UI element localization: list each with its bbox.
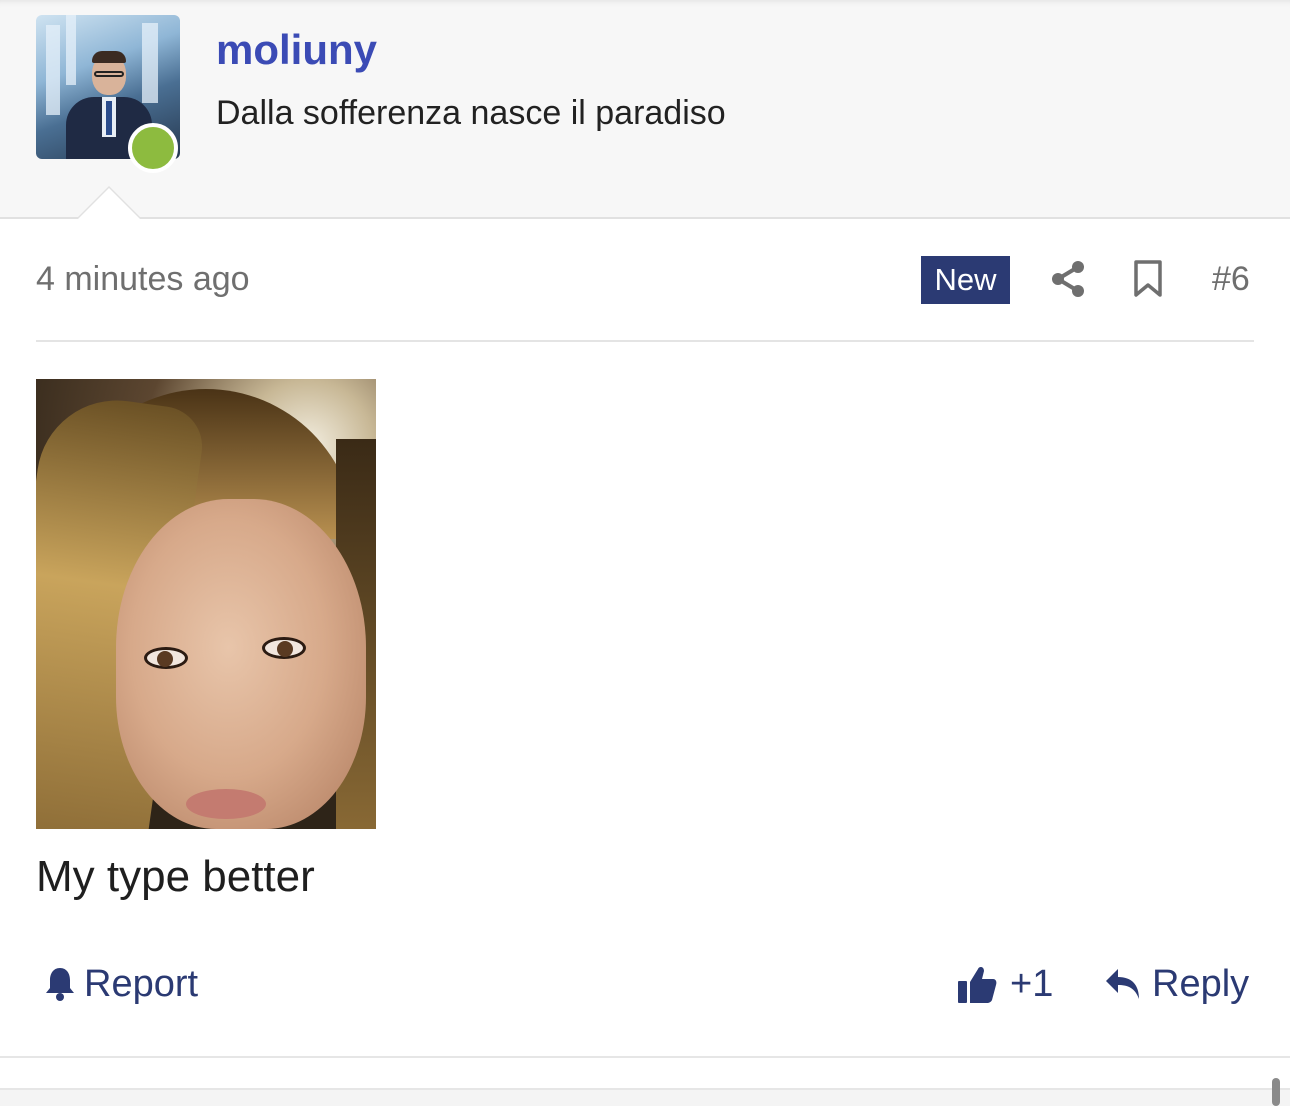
avatar[interactable] bbox=[36, 15, 180, 173]
image-lips bbox=[186, 789, 266, 819]
reply-button[interactable]: Reply bbox=[1104, 962, 1249, 1006]
reply-arrow-icon bbox=[1106, 969, 1139, 999]
post-meta-row: 4 minutes ago New #6 bbox=[36, 250, 1254, 310]
online-status-indicator bbox=[128, 123, 178, 173]
post-number-link[interactable]: #6 bbox=[1212, 260, 1250, 299]
username[interactable]: moliuny bbox=[216, 26, 377, 74]
post-author-header: moliuny Dalla sofferenza nasce il paradi… bbox=[0, 0, 1290, 219]
divider bbox=[36, 340, 1254, 342]
header-caret bbox=[76, 186, 142, 219]
avatar-hair bbox=[92, 51, 126, 63]
like-button[interactable]: +1 bbox=[956, 962, 1053, 1006]
report-label: Report bbox=[84, 962, 199, 1005]
scrollbar-thumb[interactable] bbox=[1272, 1078, 1280, 1106]
avatar-bg-tower bbox=[142, 23, 158, 103]
avatar-bg-tower bbox=[66, 15, 76, 85]
post-separator bbox=[0, 1056, 1290, 1058]
report-button[interactable]: Report bbox=[44, 962, 198, 1006]
share-icon[interactable] bbox=[1050, 260, 1086, 298]
post-timestamp[interactable]: 4 minutes ago bbox=[36, 260, 250, 299]
image-iris bbox=[277, 641, 293, 657]
reply-label: Reply bbox=[1152, 962, 1250, 1005]
next-post-edge bbox=[0, 1088, 1290, 1106]
post-body-text: My type better bbox=[36, 852, 315, 901]
user-title: Dalla sofferenza nasce il paradiso bbox=[216, 94, 726, 132]
avatar-tie bbox=[106, 101, 112, 135]
image-iris bbox=[157, 651, 173, 667]
bell-icon bbox=[46, 968, 74, 1001]
thumbs-up-icon bbox=[958, 966, 997, 1003]
new-badge: New bbox=[921, 256, 1010, 304]
avatar-bg-tower bbox=[46, 25, 60, 115]
post-attached-image[interactable] bbox=[36, 379, 376, 829]
like-count: +1 bbox=[1010, 962, 1054, 1005]
avatar-glasses bbox=[94, 71, 124, 77]
bookmark-icon[interactable] bbox=[1133, 260, 1163, 298]
